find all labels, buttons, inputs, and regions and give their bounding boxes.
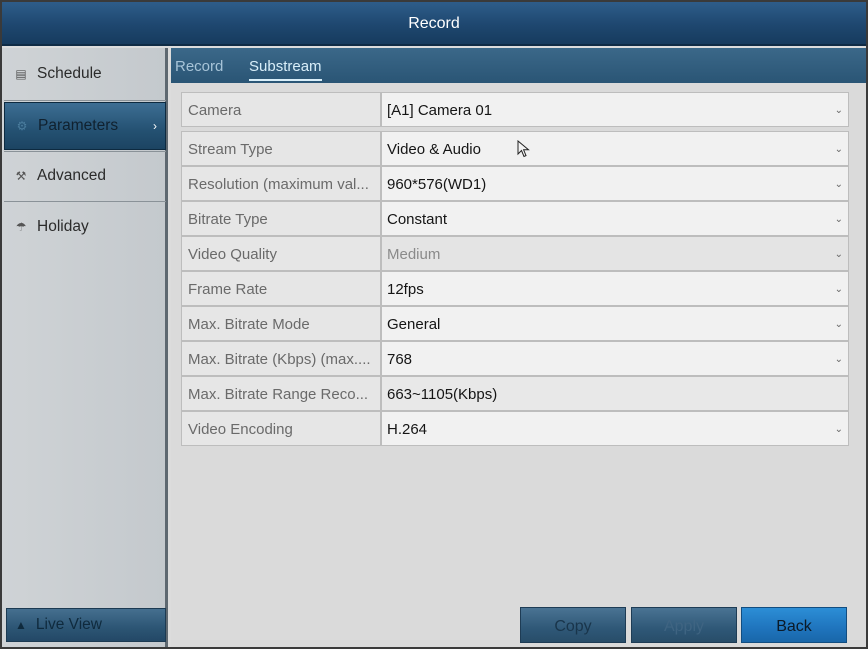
- sidebar-item-schedule[interactable]: ▤ Schedule: [4, 50, 166, 98]
- frame-rate-select[interactable]: 12fps ⌄: [381, 271, 849, 306]
- max-bitrate-range-row: Max. Bitrate Range Reco... 663~1105(Kbps…: [181, 376, 849, 411]
- resolution-label: Resolution (maximum val...: [181, 166, 381, 201]
- sidebar-item-parameters[interactable]: ⚙ Parameters ›: [4, 102, 166, 150]
- sidebar-divider: [4, 100, 166, 101]
- camera-value: [A1] Camera 01: [387, 102, 493, 119]
- frame-rate-value: 12fps: [387, 281, 424, 298]
- chevron-down-icon: ⌄: [834, 105, 843, 116]
- video-encoding-row: Video Encoding H.264 ⌄: [181, 411, 849, 446]
- tab-record[interactable]: Record: [175, 48, 223, 81]
- max-bitrate-range-label: Max. Bitrate Range Reco...: [181, 376, 381, 411]
- apply-button[interactable]: Apply: [631, 607, 737, 643]
- sidebar: ▤ Schedule ⚙ Parameters › ⚒ Advanced ☂ H…: [2, 48, 168, 647]
- chevron-right-icon: ›: [153, 119, 157, 133]
- tab-bar: Record Substream: [171, 48, 866, 83]
- chevron-down-icon: ⌄: [834, 319, 843, 330]
- resolution-select[interactable]: 960*576(WD1) ⌄: [381, 166, 849, 201]
- max-bitrate-range-value: 663~1105(Kbps): [387, 386, 498, 403]
- settings-icon: ⚒: [15, 169, 27, 183]
- resolution-row: Resolution (maximum val... 960*576(WD1) …: [181, 166, 849, 201]
- max-bitrate-mode-row: Max. Bitrate Mode General ⌄: [181, 306, 849, 341]
- video-encoding-select[interactable]: H.264 ⌄: [381, 411, 849, 446]
- window-title: Record: [2, 2, 866, 46]
- main-panel: Record Substream Camera [A1] Camera 01 ⌄…: [171, 48, 866, 647]
- video-quality-value: Medium: [387, 246, 441, 263]
- bitrate-type-label: Bitrate Type: [181, 201, 381, 236]
- stream-type-label: Stream Type: [181, 131, 381, 166]
- sidebar-item-advanced[interactable]: ⚒ Advanced: [4, 152, 166, 200]
- bitrate-type-select[interactable]: Constant ⌄: [381, 201, 849, 236]
- camera-select[interactable]: [A1] Camera 01 ⌄: [381, 92, 849, 127]
- sidebar-item-label: Schedule: [37, 65, 102, 82]
- mouse-cursor-icon: [517, 140, 530, 158]
- tab-substream[interactable]: Substream: [249, 48, 322, 81]
- frame-rate-row: Frame Rate 12fps ⌄: [181, 271, 849, 306]
- sidebar-divider: [4, 201, 166, 202]
- video-encoding-label: Video Encoding: [181, 411, 381, 446]
- video-quality-select[interactable]: Medium ⌄: [381, 236, 849, 271]
- copy-button[interactable]: Copy: [520, 607, 626, 643]
- chevron-down-icon: ⌄: [834, 284, 843, 295]
- video-quality-row: Video Quality Medium ⌄: [181, 236, 849, 271]
- chevron-down-icon: ⌄: [834, 214, 843, 225]
- chevron-down-icon: ⌄: [834, 179, 843, 190]
- resolution-value: 960*576(WD1): [387, 176, 487, 193]
- umbrella-icon: ☂: [15, 220, 27, 234]
- max-bitrate-mode-value: General: [387, 316, 441, 333]
- sidebar-item-label: Advanced: [37, 167, 106, 184]
- chevron-down-icon: ⌄: [834, 249, 843, 260]
- chevron-down-icon: ⌄: [834, 144, 843, 155]
- live-view-label: Live View: [35, 616, 102, 633]
- max-bitrate-mode-label: Max. Bitrate Mode: [181, 306, 381, 341]
- sidebar-item-label: Parameters: [38, 117, 119, 134]
- max-bitrate-row: Max. Bitrate (Kbps) (max.... 768 ⌄: [181, 341, 849, 376]
- video-quality-label: Video Quality: [181, 236, 381, 271]
- bitrate-type-row: Bitrate Type Constant ⌄: [181, 201, 849, 236]
- sidebar-item-label: Holiday: [37, 218, 89, 235]
- frame-rate-label: Frame Rate: [181, 271, 381, 306]
- chevron-down-icon: ⌄: [834, 354, 843, 365]
- camera-label: Camera: [181, 92, 381, 127]
- max-bitrate-select[interactable]: 768 ⌄: [381, 341, 849, 376]
- record-window: Record ▤ Schedule ⚙ Parameters › ⚒ Advan…: [0, 0, 868, 649]
- stream-type-row: Stream Type Video & Audio ⌄: [181, 131, 849, 166]
- max-bitrate-label: Max. Bitrate (Kbps) (max....: [181, 341, 381, 376]
- max-bitrate-range-value-box: 663~1105(Kbps): [381, 376, 849, 411]
- sidebar-item-holiday[interactable]: ☂ Holiday: [4, 203, 166, 251]
- gear-icon: ⚙: [16, 119, 28, 133]
- home-icon: ▲: [15, 618, 27, 632]
- video-encoding-value: H.264: [387, 421, 428, 438]
- max-bitrate-value: 768: [387, 351, 413, 368]
- stream-type-value: Video & Audio: [387, 141, 481, 158]
- stream-type-select[interactable]: Video & Audio ⌄: [381, 131, 849, 166]
- max-bitrate-mode-select[interactable]: General ⌄: [381, 306, 849, 341]
- live-view-button[interactable]: ▲ Live View: [6, 608, 166, 642]
- bitrate-type-value: Constant: [387, 211, 448, 228]
- camera-row: Camera [A1] Camera 01 ⌄: [181, 92, 849, 127]
- chevron-down-icon: ⌄: [834, 424, 843, 435]
- calendar-icon: ▤: [15, 67, 27, 81]
- back-button[interactable]: Back: [741, 607, 847, 643]
